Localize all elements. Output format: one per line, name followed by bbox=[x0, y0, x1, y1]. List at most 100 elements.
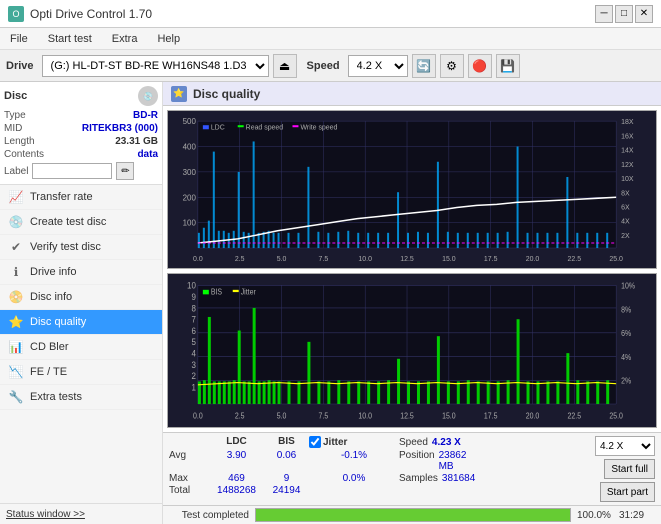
svg-text:12X: 12X bbox=[621, 162, 634, 169]
total-jitter bbox=[309, 485, 399, 496]
progress-percent: 100.0% bbox=[577, 510, 613, 521]
title-bar: O Opti Drive Control 1.70 ─ □ ✕ bbox=[0, 0, 661, 28]
maximize-button[interactable]: □ bbox=[615, 5, 633, 23]
transfer-rate-label: Transfer rate bbox=[30, 191, 93, 203]
sidebar-item-transfer-rate[interactable]: 📈 Transfer rate bbox=[0, 185, 162, 210]
cd-bler-icon: 📊 bbox=[8, 340, 24, 354]
panel-header: ⭐ Disc quality bbox=[163, 82, 661, 106]
sidebar-item-create-test-disc[interactable]: 💿 Create test disc bbox=[0, 210, 162, 235]
menu-bar: File Start test Extra Help bbox=[0, 28, 661, 50]
eject-button[interactable]: ⏏ bbox=[273, 54, 297, 78]
cd-bler-label: CD Bler bbox=[30, 341, 69, 353]
refresh-button[interactable]: 🔄 bbox=[412, 54, 436, 78]
svg-text:0.0: 0.0 bbox=[193, 256, 203, 263]
svg-text:10.0: 10.0 bbox=[358, 256, 372, 263]
start-part-button[interactable]: Start part bbox=[600, 482, 655, 502]
chart1-container: 500 400 300 200 100 18X 16X 14X 12X 10X … bbox=[167, 110, 657, 269]
svg-text:4%: 4% bbox=[621, 353, 631, 363]
svg-text:200: 200 bbox=[183, 193, 197, 202]
svg-text:3: 3 bbox=[191, 360, 196, 371]
stat-header-jitter: Jitter bbox=[323, 437, 347, 448]
disc-quality-label: Disc quality bbox=[30, 316, 86, 328]
status-section: Status window >> bbox=[0, 503, 162, 524]
jitter-checkbox-row: Jitter bbox=[309, 436, 399, 448]
sidebar-item-disc-info[interactable]: 📀 Disc info bbox=[0, 285, 162, 310]
svg-text:0.0: 0.0 bbox=[193, 412, 203, 422]
close-button[interactable]: ✕ bbox=[635, 5, 653, 23]
svg-text:5.0: 5.0 bbox=[277, 256, 287, 263]
svg-text:6X: 6X bbox=[621, 204, 630, 211]
minimize-button[interactable]: ─ bbox=[595, 5, 613, 23]
menu-help[interactable]: Help bbox=[151, 31, 186, 47]
label-row: Label ✏ bbox=[4, 162, 158, 180]
svg-text:10%: 10% bbox=[621, 282, 635, 292]
svg-text:22.5: 22.5 bbox=[568, 256, 582, 263]
max-bis: 9 bbox=[264, 473, 309, 484]
speed-val-header: 4.23 X bbox=[432, 437, 461, 448]
stat-header-ldc: LDC bbox=[209, 436, 264, 448]
drive-label: Drive bbox=[6, 60, 34, 72]
menu-file[interactable]: File bbox=[4, 31, 34, 47]
sidebar-item-cd-bler[interactable]: 📊 CD Bler bbox=[0, 335, 162, 360]
sidebar-nav: 📈 Transfer rate 💿 Create test disc ✔ Ver… bbox=[0, 185, 162, 503]
svg-text:10X: 10X bbox=[621, 176, 634, 183]
svg-text:9: 9 bbox=[191, 292, 196, 303]
label-edit-button[interactable]: ✏ bbox=[116, 162, 134, 180]
length-value: 23.31 GB bbox=[115, 136, 158, 147]
chart2-container: 10 9 8 7 6 5 4 3 2 1 10% 8% 6% 4% 2% bbox=[167, 273, 657, 428]
max-row: Max 469 9 0.0% Samples 381684 bbox=[169, 473, 551, 484]
length-label: Length bbox=[4, 136, 56, 147]
max-label: Max bbox=[169, 473, 209, 484]
sidebar-item-fe-te[interactable]: 📉 FE / TE bbox=[0, 360, 162, 385]
main-panel: ⭐ Disc quality bbox=[163, 82, 661, 524]
svg-text:8X: 8X bbox=[621, 190, 630, 197]
chart2-svg: 10 9 8 7 6 5 4 3 2 1 10% 8% 6% 4% 2% bbox=[168, 274, 656, 427]
settings-button[interactable]: ⚙ bbox=[440, 54, 464, 78]
disc-icon: 💿 bbox=[138, 86, 158, 106]
extra-tests-label: Extra tests bbox=[30, 391, 82, 403]
verify-test-disc-label: Verify test disc bbox=[30, 241, 101, 253]
svg-text:Read speed: Read speed bbox=[246, 124, 284, 131]
save-button[interactable]: 💾 bbox=[496, 54, 520, 78]
svg-text:2.5: 2.5 bbox=[235, 412, 245, 422]
speed-dropdown[interactable]: 4.2 X bbox=[595, 436, 655, 456]
menu-extra[interactable]: Extra bbox=[106, 31, 144, 47]
svg-text:500: 500 bbox=[183, 117, 197, 126]
drive-select[interactable]: (G:) HL-DT-ST BD-RE WH16NS48 1.D3 bbox=[42, 55, 269, 77]
start-full-button[interactable]: Start full bbox=[604, 459, 655, 479]
disc-color-button[interactable]: 🔴 bbox=[468, 54, 492, 78]
svg-text:15.0: 15.0 bbox=[442, 256, 456, 263]
svg-text:2.5: 2.5 bbox=[235, 256, 245, 263]
svg-text:100: 100 bbox=[183, 219, 197, 228]
toolbar: Drive (G:) HL-DT-ST BD-RE WH16NS48 1.D3 … bbox=[0, 50, 661, 82]
svg-text:BIS: BIS bbox=[211, 287, 222, 297]
avg-jitter: -0.1% bbox=[309, 450, 399, 472]
progress-bar-container bbox=[255, 508, 571, 522]
extra-tests-icon: 🔧 bbox=[8, 390, 24, 404]
speed-label: Speed bbox=[307, 60, 340, 72]
mid-label: MID bbox=[4, 123, 56, 134]
speed-select[interactable]: 4.2 X bbox=[348, 55, 408, 77]
create-test-disc-icon: 💿 bbox=[8, 215, 24, 229]
jitter-checkbox[interactable] bbox=[309, 436, 321, 448]
sidebar-item-extra-tests[interactable]: 🔧 Extra tests bbox=[0, 385, 162, 410]
svg-text:25.0: 25.0 bbox=[609, 412, 623, 422]
type-label: Type bbox=[4, 110, 56, 121]
label-input[interactable] bbox=[32, 163, 112, 179]
progress-time: 31:29 bbox=[619, 510, 655, 521]
disc-rows: Type BD-R MID RITEKBR3 (000) Length 23.3… bbox=[4, 110, 158, 180]
status-window-button[interactable]: Status window >> bbox=[6, 509, 85, 520]
sidebar-item-disc-quality[interactable]: ⭐ Disc quality bbox=[0, 310, 162, 335]
menu-start-test[interactable]: Start test bbox=[42, 31, 98, 47]
sidebar-item-drive-info[interactable]: ℹ Drive info bbox=[0, 260, 162, 285]
total-bis: 24194 bbox=[264, 485, 309, 496]
svg-text:20.0: 20.0 bbox=[526, 256, 540, 263]
svg-text:22.5: 22.5 bbox=[568, 412, 582, 422]
total-row: Total 1488268 24194 bbox=[169, 485, 551, 496]
disc-info-label: Disc info bbox=[30, 291, 72, 303]
sidebar-item-verify-test-disc[interactable]: ✔ Verify test disc bbox=[0, 235, 162, 260]
disc-row-length: Length 23.31 GB bbox=[4, 136, 158, 147]
svg-text:5.0: 5.0 bbox=[277, 412, 287, 422]
svg-text:1: 1 bbox=[191, 382, 196, 393]
speed-header-row: Speed 4.23 X bbox=[399, 436, 484, 448]
